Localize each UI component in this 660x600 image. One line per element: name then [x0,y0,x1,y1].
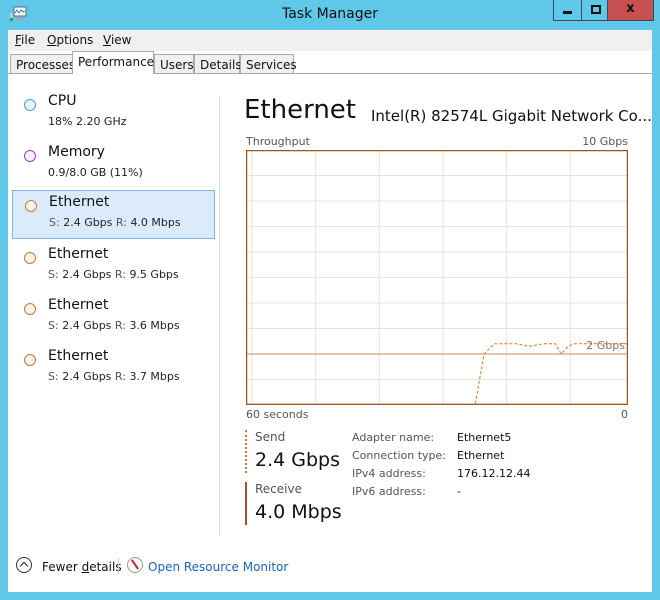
prop-value: Ethernet5 [457,431,512,444]
receive-key: R: [114,370,126,383]
ethernet-indicator-icon [24,303,36,315]
graph-grid [246,150,628,405]
send-key: S: [48,319,59,332]
graph-label: Throughput [246,135,310,148]
prop-ipv4: IPv4 address: 176.12.12.44 [352,467,592,485]
send-key: S: [48,268,59,281]
sidebar-item-detail: S: 2.4 Gbps R: 9.5 Gbps [48,268,179,281]
sidebar-item-ethernet-2[interactable]: Ethernet S: 2.4 Gbps R: 9.5 Gbps [12,243,215,292]
sidebar-item-ethernet-1[interactable]: Ethernet S: 2.4 Gbps R: 4.0 Mbps [12,190,215,239]
memory-indicator-icon [24,150,36,162]
page-title: Ethernet [244,95,356,125]
sidebar-item-detail: S: 2.4 Gbps R: 4.0 Mbps [49,216,181,229]
adapter-properties: Adapter name: Ethernet5 Connection type: E… [352,431,592,503]
footer: Fewer details Open Resource Monitor [8,550,652,590]
sidebar-item-label: Ethernet [48,348,109,364]
send-value: 2.4 Gbps [62,319,112,332]
prop-connection-type: Connection type: Ethernet [352,449,592,467]
tab-users[interactable]: Users [154,54,194,73]
minimize-button[interactable] [553,0,582,21]
receive-value: 3.6 Mbps [129,319,180,332]
send-key: S: [49,216,60,229]
tab-details[interactable]: Details [194,54,242,73]
send-value: 2.4 Gbps [255,449,340,471]
receive-value: 3.7 Mbps [129,370,180,383]
chevron-up-icon[interactable] [16,557,32,573]
send-label: Send [255,430,286,444]
menu-view-mnemonic: V [103,33,111,47]
ethernet-indicator-icon [25,200,37,212]
sidebar-item-ethernet-3[interactable]: Ethernet S: 2.4 Gbps R: 3.6 Mbps [12,294,215,343]
menu-view[interactable]: View [103,33,131,47]
sidebar-item-detail: S: 2.4 Gbps R: 3.7 Mbps [48,370,180,383]
send-key: S: [48,370,59,383]
tab-performance[interactable]: Performance [72,51,154,74]
sidebar-item-cpu[interactable]: CPU 18% 2.20 GHz [12,90,215,139]
menu-file-label: ile [21,33,36,47]
ethernet-indicator-icon [24,252,36,264]
receive-stat: Receive 4.0 Mbps [245,482,342,525]
open-resource-monitor-link[interactable]: Open Resource Monitor [148,560,288,574]
menu-options-label: ptions [56,33,94,47]
receive-key: R: [114,319,126,332]
receive-label: Receive [255,482,302,496]
sidebar-item-memory[interactable]: Memory 0.9/8.0 GB (11%) [12,141,215,190]
menu-view-label: iew [110,33,132,47]
tab-strip: Processes Performance Users Details Serv… [8,51,652,74]
title-bar: Task Manager x [0,0,660,30]
menu-options[interactable]: Options [47,33,93,47]
receive-key: R: [114,268,126,281]
fewer-label-part: Fewer [42,560,82,574]
perf-sidebar: CPU 18% 2.20 GHz Memory 0.9/8.0 GB (11%)… [8,74,220,534]
sidebar-item-detail: S: 2.4 Gbps R: 3.6 Mbps [48,319,180,332]
throughput-graph: 2 Gbps [246,150,628,405]
fewer-details-button[interactable]: Fewer details [42,560,122,574]
sidebar-item-ethernet-4[interactable]: Ethernet S: 2.4 Gbps R: 3.7 Mbps [12,345,215,394]
send-value: 2.4 Gbps [62,268,112,281]
window-client: File Options View Processes Performance … [8,30,652,592]
close-icon: x [626,1,635,16]
tab-services[interactable]: Services [240,54,297,73]
receive-value: 4.0 Mbps [130,216,181,229]
footer-separator [118,558,119,574]
prop-adapter-name: Adapter name: Ethernet5 [352,431,592,449]
receive-value: 4.0 Mbps [255,501,342,523]
send-stat: Send 2.4 Gbps [245,430,340,473]
prop-value: Ethernet [457,449,505,462]
close-button[interactable]: x [607,0,654,21]
fewer-label-rest: etails [89,560,122,574]
sidebar-divider[interactable] [219,96,220,536]
graph-time-right: 0 [621,408,628,421]
sidebar-item-detail: 0.9/8.0 GB (11%) [48,166,143,179]
prop-key: Connection type: [352,449,447,462]
receive-value: 9.5 Gbps [129,268,179,281]
cpu-indicator-icon [24,99,36,111]
graph-time-left: 60 seconds [246,408,309,421]
prop-key: Adapter name: [352,431,435,444]
prop-key: IPv4 address: [352,467,426,480]
graph-max-label: 10 Gbps [582,135,628,148]
receive-key: R: [115,216,127,229]
tab-processes[interactable]: Processes [10,54,75,73]
prop-ipv6: IPv6 address: - [352,485,592,503]
sidebar-item-label: Ethernet [48,297,109,313]
prop-value: 176.12.12.44 [457,467,531,480]
menu-file[interactable]: File [15,33,35,47]
resource-monitor-icon [127,557,143,573]
prop-value: - [457,485,461,498]
maximize-button[interactable] [581,0,608,21]
sidebar-item-label: Memory [48,144,105,160]
menu-bar: File Options View [8,30,652,51]
send-value: 2.4 Gbps [63,216,113,229]
sidebar-item-label: CPU [48,93,77,109]
send-value: 2.4 Gbps [62,370,112,383]
ethernet-indicator-icon [24,354,36,366]
sidebar-item-label: Ethernet [49,194,110,210]
prop-key: IPv6 address: [352,485,426,498]
adapter-description: Intel(R) 82574L Gigabit Network Co... [371,107,652,125]
scale-line-label: 2 Gbps [586,339,625,352]
sidebar-item-label: Ethernet [48,246,109,262]
sidebar-item-detail: 18% 2.20 GHz [48,115,127,128]
